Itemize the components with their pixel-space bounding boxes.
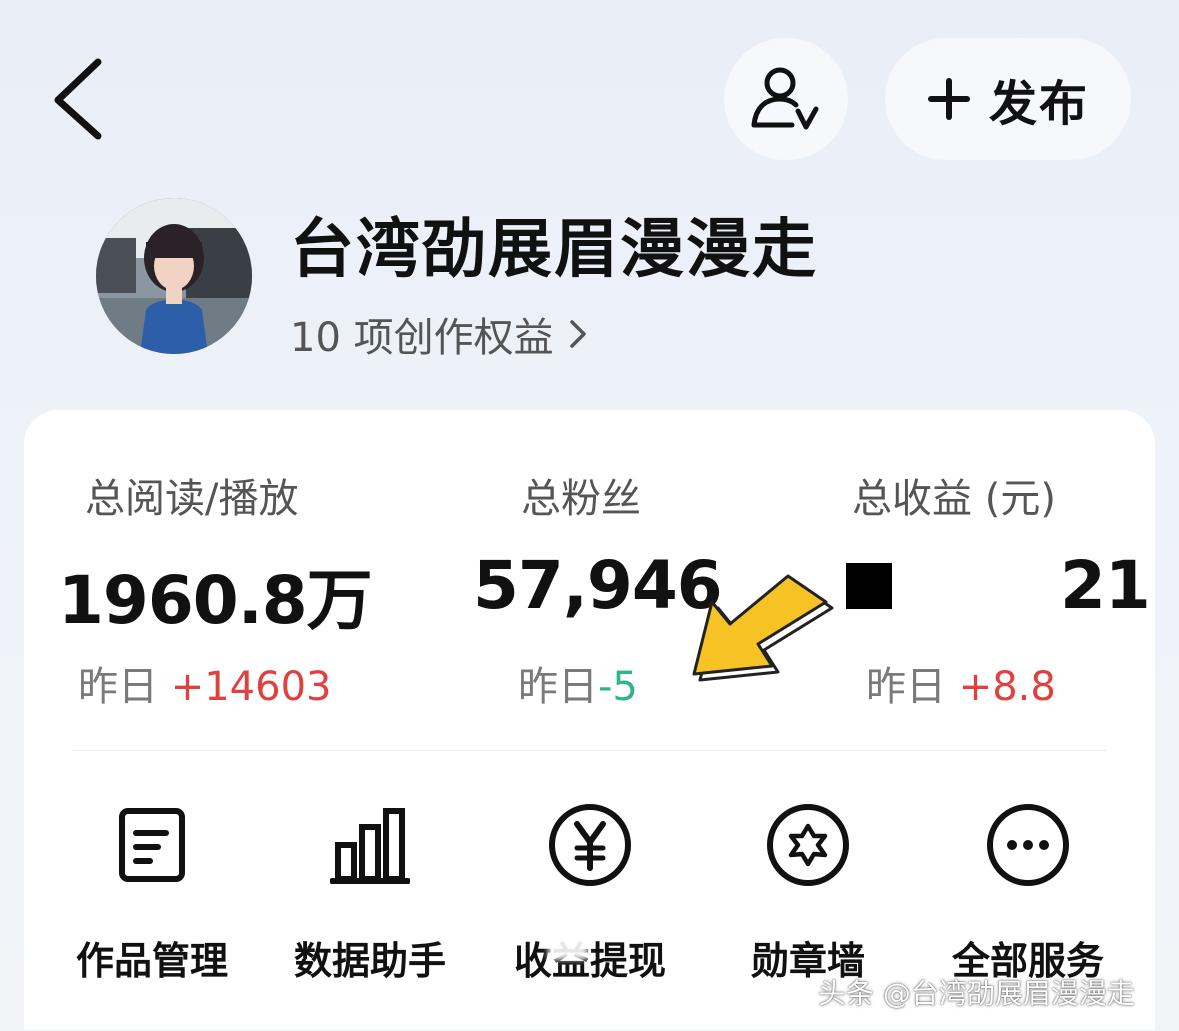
service-label: 数据助手 xyxy=(293,939,446,983)
yellow-arrow-annotation xyxy=(692,574,834,682)
service-income-withdraw[interactable]: 收益提现 xyxy=(490,800,690,985)
change-value: -5 xyxy=(598,664,638,710)
change-value: +8.8 xyxy=(958,664,1056,710)
service-medal-wall[interactable]: 勋章墙 xyxy=(708,800,908,985)
publish-label: 发布 xyxy=(988,76,1089,132)
user-verify-button[interactable] xyxy=(724,38,848,160)
blur-patch xyxy=(548,930,588,960)
stat-change-fans: 昨日-5 xyxy=(518,654,638,712)
medal-star-icon xyxy=(767,804,849,886)
stat-label-income[interactable]: 总收益 (元) xyxy=(852,466,1056,524)
yen-icon xyxy=(549,804,631,886)
plus-icon xyxy=(927,78,970,120)
service-all-services[interactable]: 全部服务 xyxy=(928,800,1128,985)
stat-label-reads[interactable]: 总阅读/播放 xyxy=(85,466,298,524)
service-data-assistant[interactable]: 数据助手 xyxy=(270,800,470,985)
chevron-right-icon xyxy=(569,320,586,348)
benefits-label: 10 项创作权益 xyxy=(290,315,554,361)
creator-benefits-link[interactable]: 10 项创作权益 xyxy=(290,305,588,363)
redaction-block xyxy=(846,563,892,609)
change-prefix: 昨日 xyxy=(866,664,946,710)
bar-chart-icon xyxy=(330,808,410,884)
stat-change-reads: 昨日 +14603 xyxy=(78,654,331,712)
stat-value-reads[interactable]: 1960.8万 xyxy=(58,547,373,643)
service-label: 收益提现 xyxy=(513,939,666,983)
document-icon xyxy=(119,808,185,882)
chevron-left-icon xyxy=(54,58,102,140)
service-works-management[interactable]: 作品管理 xyxy=(52,800,252,985)
avatar[interactable] xyxy=(96,198,252,354)
user-verified-icon xyxy=(751,67,819,130)
change-prefix: 昨日 xyxy=(518,664,598,710)
stat-value-income[interactable]: 21 xyxy=(1060,547,1151,624)
card-divider xyxy=(72,750,1107,751)
watermark: 头条 @台湾劭展眉漫漫走 xyxy=(818,977,1135,1010)
publish-button[interactable]: 发布 xyxy=(885,38,1131,160)
more-dots-icon xyxy=(987,804,1069,886)
avatar-image xyxy=(96,198,252,354)
profile-name: 台湾劭展眉漫漫走 xyxy=(290,213,818,287)
change-prefix: 昨日 xyxy=(78,664,158,710)
service-label: 作品管理 xyxy=(75,939,228,983)
stat-label-fans[interactable]: 总粉丝 xyxy=(521,466,641,524)
change-value: +14603 xyxy=(170,664,332,710)
back-button[interactable] xyxy=(40,50,120,150)
stat-change-income: 昨日 +8.8 xyxy=(866,654,1056,712)
